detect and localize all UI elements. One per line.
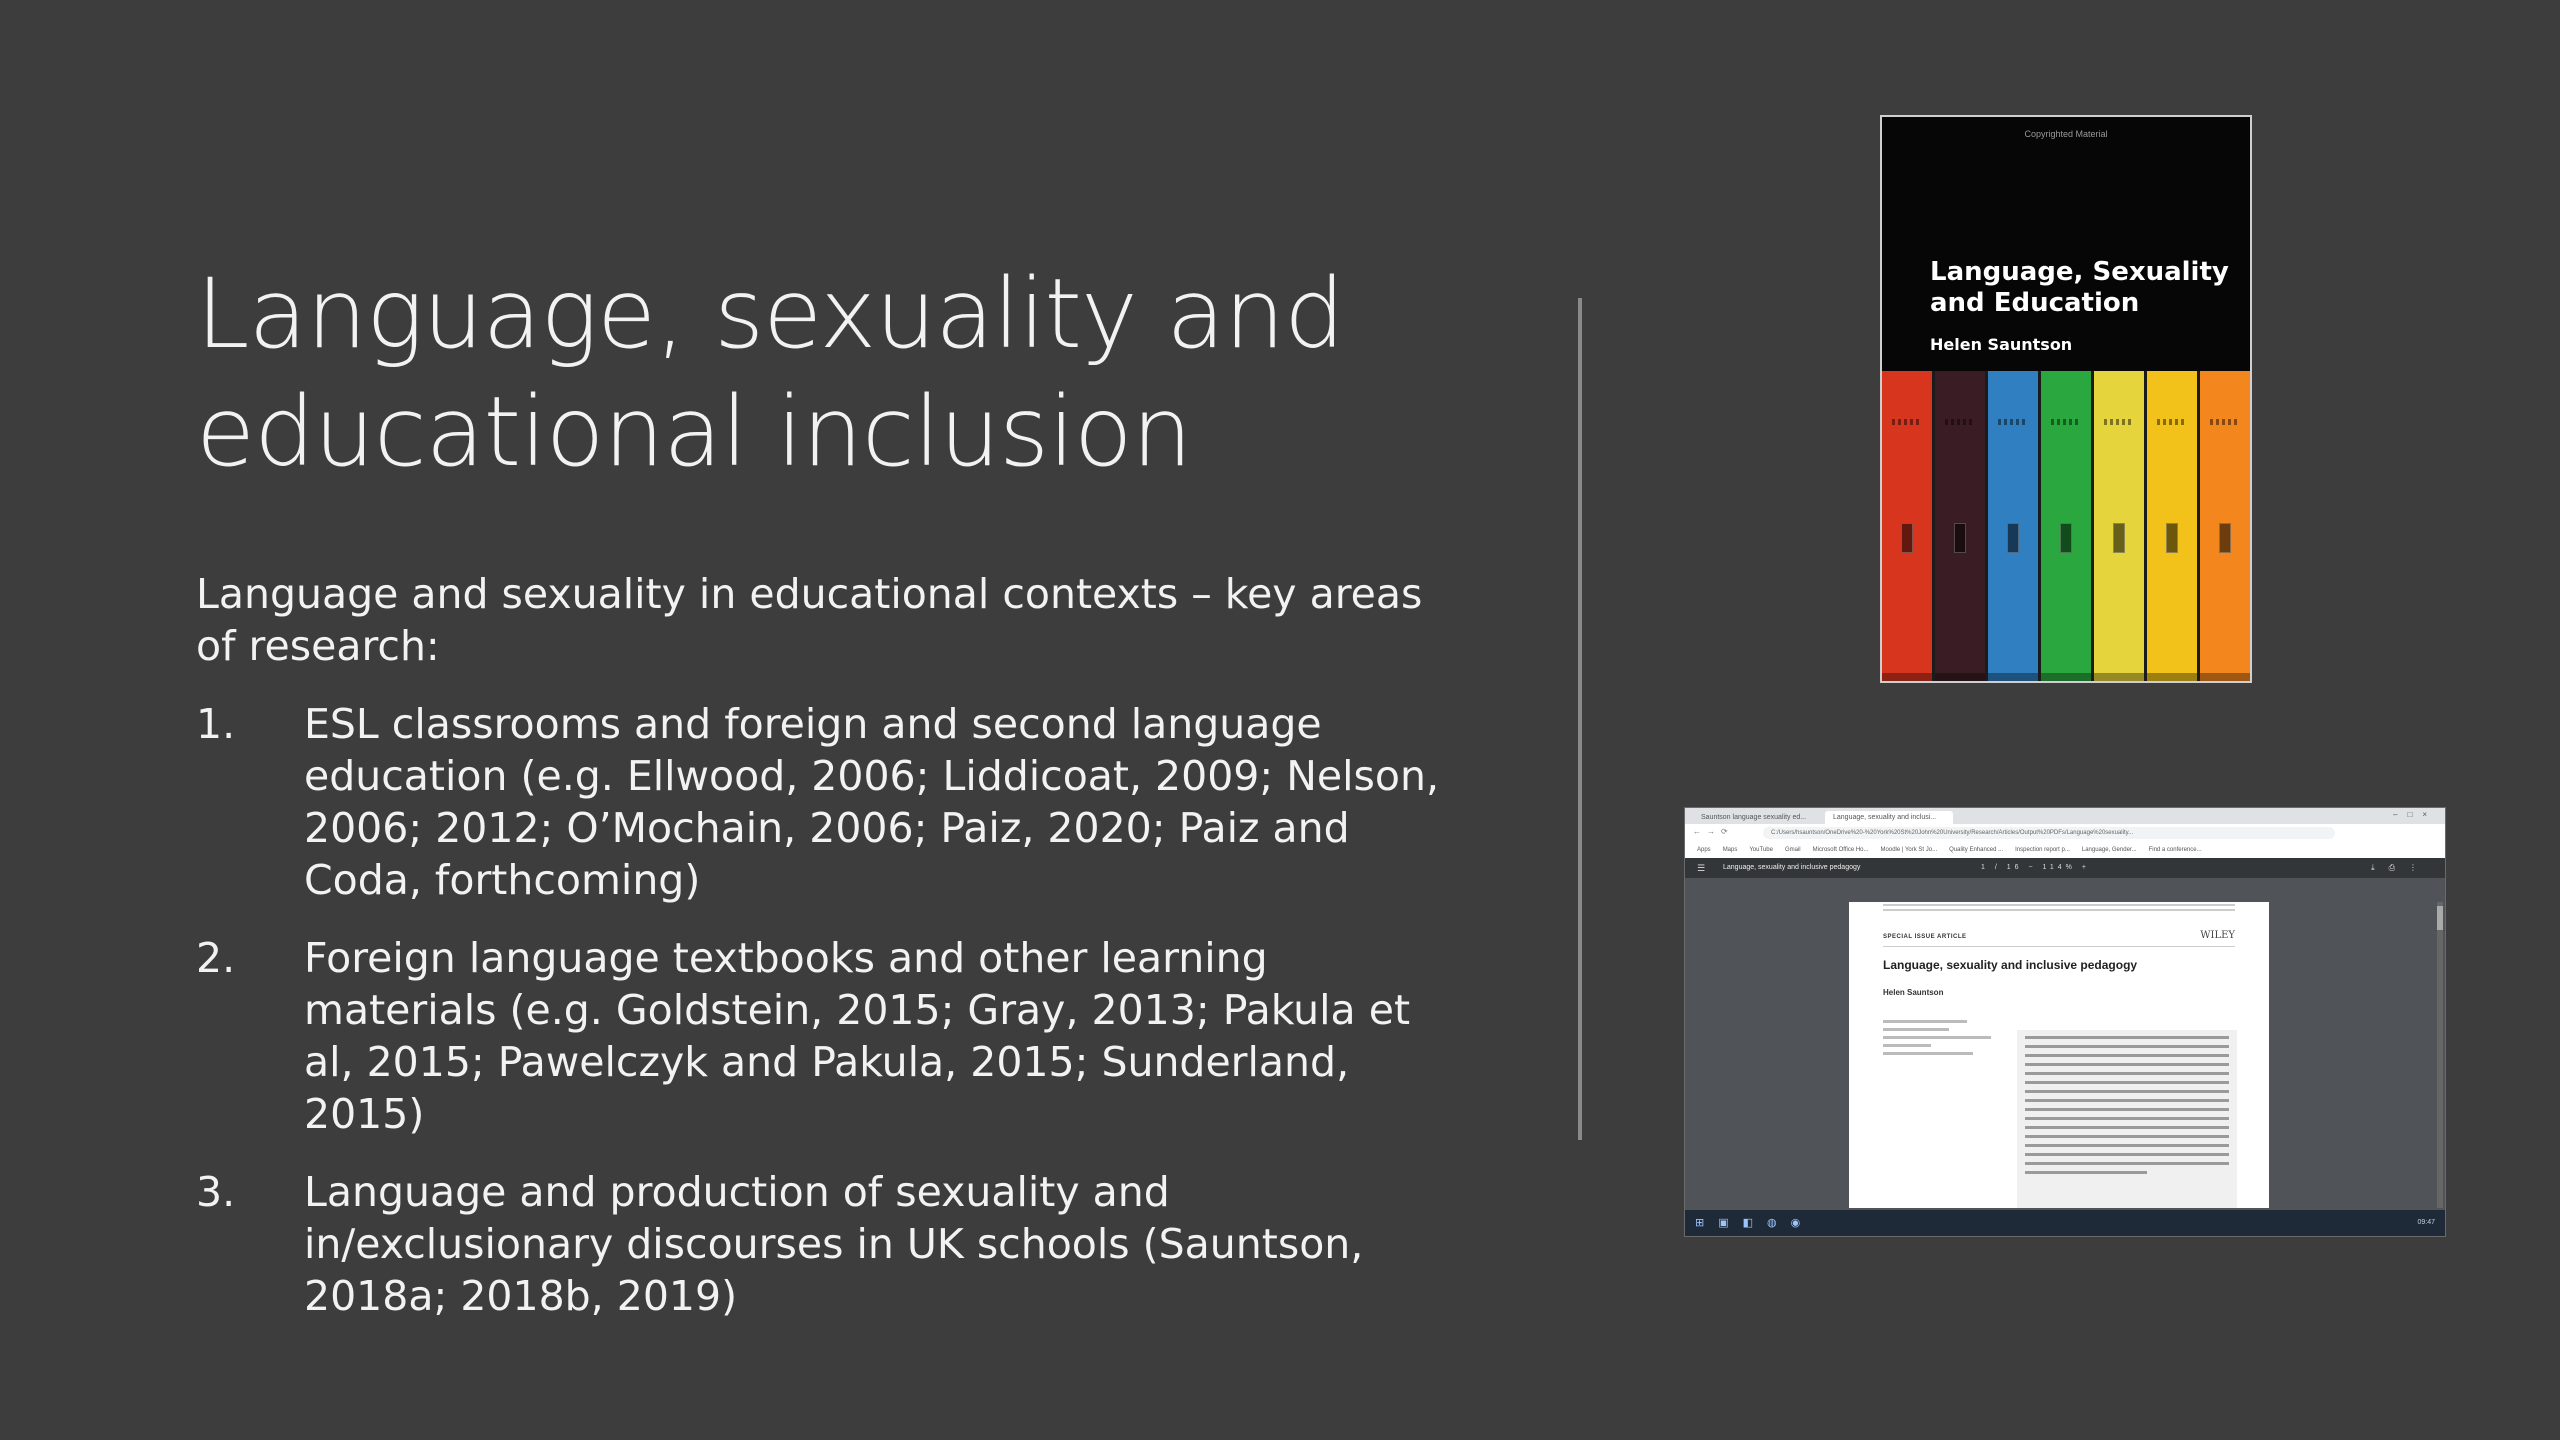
slide: Language, sexuality and educational incl… bbox=[0, 0, 2560, 1440]
slide-title-line-1: Language, sexuality and bbox=[196, 258, 1345, 370]
article-title: Language, sexuality and inclusive pedago… bbox=[1883, 958, 2138, 972]
locker-door bbox=[1882, 371, 1935, 681]
pdf-page: SPECIAL ISSUE ARTICLE WILEY Language, se… bbox=[1849, 902, 2269, 1208]
article-author: Helen Sauntson bbox=[1883, 988, 1944, 997]
pdf-action-icons: ⤓⎙⋮ bbox=[2371, 863, 2431, 872]
locker-base bbox=[2041, 673, 2091, 681]
vertical-divider bbox=[1578, 298, 1582, 1140]
page-header-lines bbox=[1883, 904, 2235, 912]
list-item-number: 2. bbox=[196, 934, 236, 982]
bookmark-item: Find a conference... bbox=[2148, 847, 2202, 853]
locker-base bbox=[2094, 673, 2144, 681]
locker-door bbox=[2200, 371, 2250, 681]
locker-vent bbox=[1945, 419, 1975, 425]
locker-base bbox=[1988, 673, 2038, 681]
rainbow-lockers-illustration bbox=[1882, 371, 2250, 681]
bookmark-item: Maps bbox=[1722, 847, 1738, 853]
locker-vent bbox=[2104, 419, 2134, 425]
locker-vent bbox=[2051, 419, 2081, 425]
list-item-number: 1. bbox=[196, 700, 236, 748]
pdf-page-controls: 1 / 16 − 114% + bbox=[1981, 858, 2090, 878]
taskbar-app-icons: ⊞▣◧◍◉ bbox=[1695, 1217, 1815, 1229]
book-copyright-notice: Copyrighted Material bbox=[2024, 129, 2108, 139]
locker-handle bbox=[2007, 523, 2019, 553]
locker-base bbox=[2200, 673, 2250, 681]
locker-vent bbox=[1892, 419, 1922, 425]
bookmark-item: Apps bbox=[1697, 847, 1711, 853]
bookmark-item: Inspection report p... bbox=[2015, 847, 2070, 853]
list-item-text: ESL classrooms and foreign and second la… bbox=[304, 700, 1439, 904]
list-item-text: Language and production of sexuality and… bbox=[304, 1168, 1364, 1320]
browser-tab-bar: Sauntson language sexuality ed... Langua… bbox=[1685, 808, 2445, 824]
list-item-number: 3. bbox=[196, 1168, 236, 1216]
locker-vent bbox=[2210, 419, 2240, 425]
bookmarks-bar: Apps Maps YouTube Gmail Microsoft Office Ho.… bbox=[1685, 842, 2445, 859]
locker-handle bbox=[2166, 523, 2178, 553]
slide-intro: Language and sexuality in educational co… bbox=[196, 570, 1423, 670]
locker-door bbox=[2041, 371, 2094, 681]
locker-handle bbox=[1954, 523, 1966, 553]
slide-title: Language, sexuality and educational incl… bbox=[196, 255, 1496, 491]
book-cover-image: Copyrighted Material Language, Sexuality… bbox=[1880, 115, 2252, 683]
locker-handle bbox=[2219, 523, 2231, 553]
locker-handle bbox=[2113, 523, 2125, 553]
locker-handle bbox=[2060, 523, 2072, 553]
pdf-scrollbar bbox=[2437, 902, 2443, 1208]
article-type-label: SPECIAL ISSUE ARTICLE bbox=[1883, 934, 1967, 940]
page-rule bbox=[1883, 946, 2235, 947]
book-author: Helen Sauntson bbox=[1930, 335, 2073, 354]
bookmark-item: Gmail bbox=[1784, 847, 1801, 853]
browser-nav-icons: ←→⟳ bbox=[1693, 827, 1734, 836]
bookmark-item: YouTube bbox=[1749, 847, 1773, 853]
pdf-title: Language, sexuality and inclusive pedago… bbox=[1723, 864, 1861, 871]
research-areas-list: 1. ESL classrooms and foreign and second… bbox=[196, 698, 1456, 1322]
bookmark-item: Microsoft Office Ho... bbox=[1812, 847, 1869, 853]
browser-address-bar: ←→⟳ C:/Users/hsauntson/OneDrive%20-%20Yo… bbox=[1685, 824, 2445, 843]
browser-screenshot-image: Sauntson language sexuality ed... Langua… bbox=[1684, 807, 2446, 1237]
locker-base bbox=[1935, 673, 1985, 681]
zoom-in-icon: + bbox=[2081, 864, 2090, 871]
bookmark-item: Language, Gender... bbox=[2081, 847, 2137, 853]
list-item: 1. ESL classrooms and foreign and second… bbox=[196, 698, 1456, 906]
window-controls-icon: –□× bbox=[2393, 810, 2437, 819]
book-title: Language, Sexuality and Education bbox=[1930, 257, 2229, 318]
zoom-out-icon: − bbox=[2028, 864, 2037, 871]
locker-door bbox=[1935, 371, 1988, 681]
pdf-viewer-toolbar: ☰ Language, sexuality and inclusive peda… bbox=[1685, 858, 2445, 878]
locker-door bbox=[2094, 371, 2147, 681]
locker-door bbox=[1988, 371, 2041, 681]
menu-icon: ☰ bbox=[1697, 863, 1706, 873]
windows-taskbar: ⊞▣◧◍◉ 09:47 bbox=[1685, 1210, 2445, 1236]
publisher-logo: WILEY bbox=[2200, 930, 2235, 941]
slide-body: Language and sexuality in educational co… bbox=[196, 568, 1456, 1348]
locker-base bbox=[1882, 673, 1932, 681]
locker-base bbox=[2147, 673, 2197, 681]
bookmark-item: Moodle | York St Jo... bbox=[1880, 847, 1938, 853]
article-metadata-block bbox=[1883, 1020, 2003, 1060]
browser-url: C:/Users/hsauntson/OneDrive%20-%20York%2… bbox=[1763, 827, 2335, 839]
browser-tab: Sauntson language sexuality ed... bbox=[1701, 814, 1807, 821]
pdf-zoom-level: 114% bbox=[2042, 864, 2076, 871]
bookmark-item: Quality Enhanced ... bbox=[1949, 847, 2004, 853]
locker-vent bbox=[2157, 419, 2187, 425]
list-item: 3. Language and production of sexuality … bbox=[196, 1166, 1456, 1322]
slide-title-line-2: educational inclusion bbox=[196, 376, 1192, 488]
pdf-page-number: 1 / 16 bbox=[1981, 864, 2023, 871]
taskbar-clock: 09:47 bbox=[2417, 1219, 2435, 1226]
article-abstract-block bbox=[2017, 1030, 2237, 1208]
locker-vent bbox=[1998, 419, 2028, 425]
browser-tab-active: Language, sexuality and inclusi... bbox=[1825, 811, 1953, 824]
locker-door bbox=[2147, 371, 2200, 681]
list-item-text: Foreign language textbooks and other lea… bbox=[304, 934, 1411, 1138]
list-item: 2. Foreign language textbooks and other … bbox=[196, 932, 1456, 1140]
locker-handle bbox=[1901, 523, 1913, 553]
